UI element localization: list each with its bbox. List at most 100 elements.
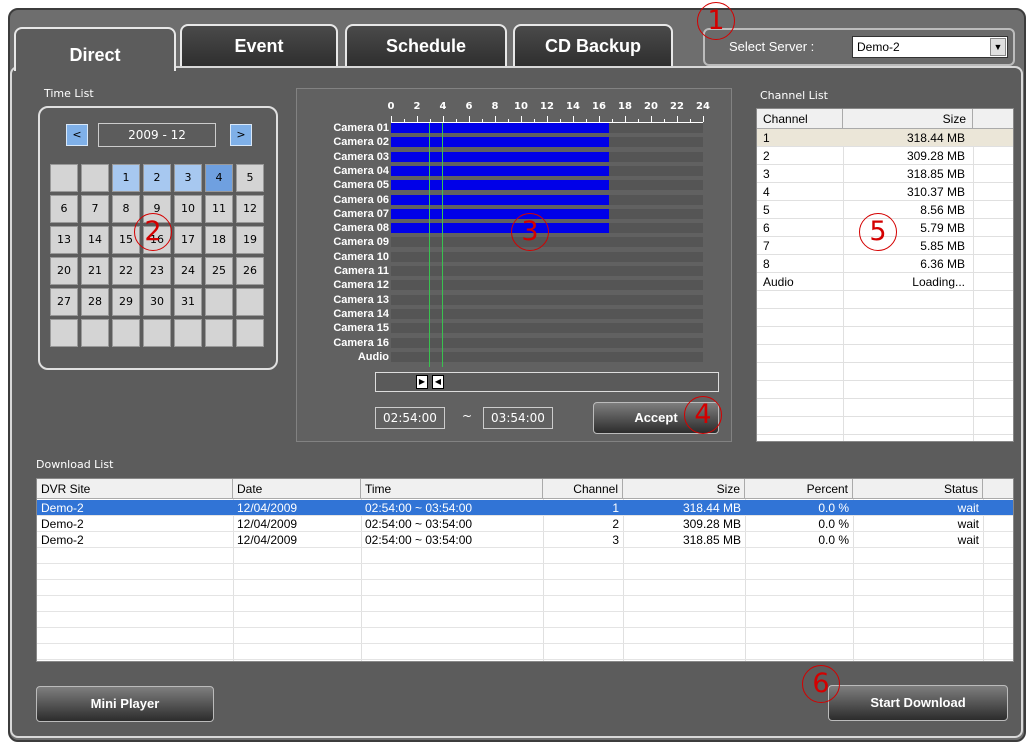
next-month-button[interactable]: > — [230, 124, 252, 146]
calendar-day[interactable]: 20 — [50, 257, 78, 285]
chevron-down-icon[interactable]: ▼ — [990, 38, 1006, 56]
download-column-header[interactable]: Channel — [543, 479, 623, 499]
download-column-header[interactable]: Percent — [745, 479, 853, 499]
camera-track[interactable] — [391, 137, 703, 148]
download-column-header[interactable]: Status — [853, 479, 983, 499]
range-end-handle[interactable]: ◀ — [432, 375, 444, 389]
camera-track[interactable] — [391, 151, 703, 162]
prev-month-button[interactable]: < — [66, 124, 88, 146]
calendar-day[interactable]: 1 — [112, 164, 140, 192]
calendar-day[interactable]: 2 — [143, 164, 171, 192]
camera-track[interactable] — [391, 351, 703, 362]
time-cursor-line[interactable] — [441, 123, 443, 367]
download-row[interactable] — [37, 644, 1013, 660]
camera-track[interactable] — [391, 337, 703, 348]
size-header[interactable]: Size — [843, 109, 973, 129]
calendar-day[interactable]: 12 — [236, 195, 264, 223]
download-column-header[interactable]: DVR Site — [37, 479, 233, 499]
calendar-day[interactable]: 5 — [236, 164, 264, 192]
time-cursor-line[interactable] — [428, 123, 430, 367]
download-row[interactable] — [37, 612, 1013, 628]
calendar-day[interactable]: 28 — [81, 288, 109, 316]
tab-schedule[interactable]: Schedule — [345, 24, 507, 70]
channel-row[interactable] — [757, 417, 1013, 435]
calendar-day[interactable]: 19 — [236, 226, 264, 254]
calendar-day[interactable]: 25 — [205, 257, 233, 285]
download-row[interactable] — [37, 628, 1013, 644]
calendar-day[interactable]: 30 — [143, 288, 171, 316]
camera-track[interactable] — [391, 180, 703, 191]
calendar-day[interactable]: 14 — [81, 226, 109, 254]
camera-track[interactable] — [391, 308, 703, 319]
channel-header[interactable]: Channel — [757, 109, 843, 129]
calendar-day[interactable]: 24 — [174, 257, 202, 285]
camera-track[interactable] — [391, 266, 703, 276]
end-time-field[interactable]: 03:54:00 — [483, 407, 553, 429]
camera-track[interactable] — [391, 208, 703, 219]
channel-row[interactable] — [757, 291, 1013, 309]
calendar-day[interactable]: 27 — [50, 288, 78, 316]
start-download-button[interactable]: Start Download — [828, 685, 1008, 721]
camera-track[interactable] — [391, 294, 703, 305]
calendar-day[interactable]: 26 — [236, 257, 264, 285]
channel-row[interactable]: 1 318.44 MB — [757, 129, 1013, 147]
start-time-field[interactable]: 02:54:00 — [375, 407, 445, 429]
time-range-slider[interactable]: ▶ ◀ — [375, 372, 719, 392]
calendar-day[interactable]: 17 — [174, 226, 202, 254]
calendar-day[interactable]: 6 — [50, 195, 78, 223]
channel-row[interactable] — [757, 309, 1013, 327]
channel-row[interactable] — [757, 381, 1013, 399]
camera-track[interactable] — [391, 165, 703, 176]
calendar-day[interactable]: 13 — [50, 226, 78, 254]
camera-track[interactable] — [391, 251, 703, 262]
server-dropdown[interactable]: Demo-2 ▼ — [852, 36, 1008, 58]
download-column-header[interactable]: Size — [623, 479, 745, 499]
channel-row[interactable] — [757, 363, 1013, 381]
camera-track[interactable] — [391, 323, 703, 334]
channel-row[interactable]: 4 310.37 MB — [757, 183, 1013, 201]
tab-event[interactable]: Event — [180, 24, 338, 70]
channel-row[interactable]: 8 6.36 MB — [757, 255, 1013, 273]
tab-cd-backup[interactable]: CD Backup — [513, 24, 673, 70]
calendar-day[interactable]: 29 — [112, 288, 140, 316]
download-row[interactable] — [37, 596, 1013, 612]
download-row[interactable] — [37, 580, 1013, 596]
download-row[interactable] — [37, 564, 1013, 580]
calendar-day[interactable]: 3 — [174, 164, 202, 192]
download-column-header[interactable]: Time — [361, 479, 543, 499]
download-cell-date: 12/04/2009 — [237, 501, 298, 515]
channel-row[interactable] — [757, 327, 1013, 345]
download-column-header[interactable]: Date — [233, 479, 361, 499]
calendar-day[interactable]: 8 — [112, 195, 140, 223]
calendar-day[interactable]: 11 — [205, 195, 233, 223]
calendar-day[interactable]: 7 — [81, 195, 109, 223]
calendar-day[interactable]: 31 — [174, 288, 202, 316]
channel-row[interactable]: 2 309.28 MB — [757, 147, 1013, 165]
channel-row[interactable] — [757, 345, 1013, 363]
channel-row[interactable]: Audio Loading... — [757, 273, 1013, 291]
calendar-day[interactable]: 23 — [143, 257, 171, 285]
tab-direct[interactable]: Direct — [14, 27, 176, 71]
server-value: Demo-2 — [857, 40, 900, 54]
mini-player-button[interactable]: Mini Player — [36, 686, 214, 722]
download-row[interactable]: Demo-2 12/04/2009 02:54:00 ~ 03:54:00 1 318.… — [37, 500, 1013, 516]
channel-list[interactable]: Channel Size 1 318.44 MB 2 309.28 MB 3 318.85… — [756, 108, 1014, 442]
camera-track[interactable] — [391, 194, 703, 205]
calendar-day[interactable]: 22 — [112, 257, 140, 285]
range-start-handle[interactable]: ▶ — [416, 375, 428, 389]
calendar-day[interactable]: 21 — [81, 257, 109, 285]
download-list[interactable]: DVR Site Date Time Channel Size Percent Status… — [36, 478, 1014, 662]
ruler-tick — [625, 116, 626, 122]
camera-track[interactable] — [391, 123, 703, 133]
channel-row[interactable]: 3 318.85 MB — [757, 165, 1013, 183]
channel-row[interactable] — [757, 399, 1013, 417]
download-row[interactable] — [37, 548, 1013, 564]
calendar-day[interactable]: 10 — [174, 195, 202, 223]
camera-label: Camera 16 — [333, 336, 389, 349]
camera-track[interactable] — [391, 280, 703, 291]
calendar-day[interactable]: 4 — [205, 164, 233, 192]
download-row[interactable]: Demo-2 12/04/2009 02:54:00 ~ 03:54:00 2 309.… — [37, 516, 1013, 532]
channel-cell: Audio — [763, 275, 794, 289]
calendar-day[interactable]: 18 — [205, 226, 233, 254]
download-row[interactable]: Demo-2 12/04/2009 02:54:00 ~ 03:54:00 3 318.… — [37, 532, 1013, 548]
